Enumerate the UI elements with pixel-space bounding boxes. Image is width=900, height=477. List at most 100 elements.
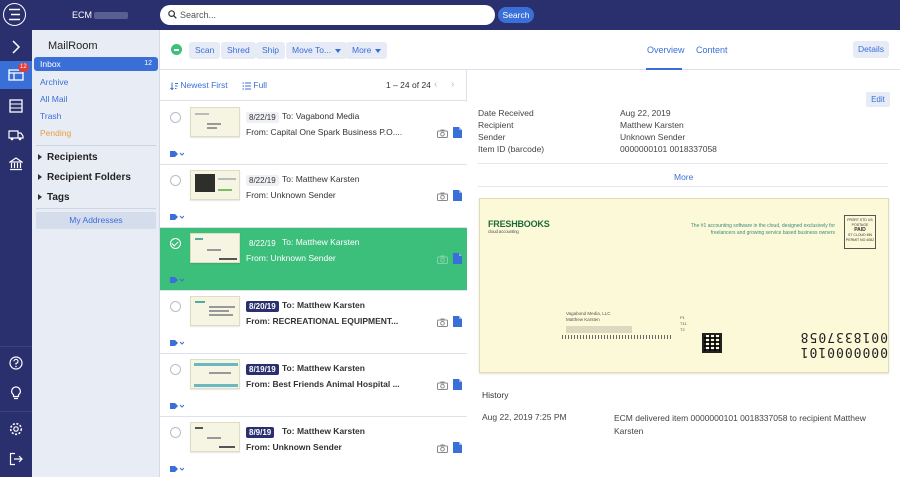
app-logo-icon[interactable] [3,3,26,26]
recipient-text: To: Matthew Karsten [282,363,365,373]
expand-chevron-icon[interactable] [0,33,32,61]
rail-divider [0,346,32,347]
tag-icon[interactable] [170,276,184,284]
document-icon[interactable] [453,190,462,201]
document-icon[interactable] [453,379,462,390]
search-button[interactable]: Search [498,7,534,23]
details-button[interactable]: Details [853,41,889,58]
select-radio[interactable] [170,112,181,123]
document-icon[interactable] [453,442,462,453]
mail-row-selected[interactable]: 8/22/19 To: Matthew Karsten From: Unknow… [160,228,467,291]
action-toolbar: Scan Shred Ship Move To... More Overview… [160,30,900,70]
code-line: T2 [680,327,685,332]
camera-icon[interactable] [437,192,448,201]
envelope-thumbnail[interactable] [190,296,240,326]
settings-gear-icon[interactable] [0,415,32,443]
select-radio-checked[interactable] [170,238,181,249]
thumb-line [207,249,221,251]
mail-count-badge: 12 [18,63,29,72]
tag-icon[interactable] [170,402,184,410]
section-label: Recipients [47,152,98,163]
camera-icon[interactable] [437,381,448,390]
thumb-line [195,301,205,303]
nav-section-recipient-folders[interactable]: Recipient Folders [38,172,131,183]
tag-icon[interactable] [170,339,184,347]
help-icon[interactable] [0,349,32,377]
move-to-button[interactable]: Move To... [286,42,348,59]
mail-row[interactable]: 8/22/19 To: Vagabond Media From: Capital… [160,102,467,165]
next-page-button[interactable]: › [451,79,454,90]
my-addresses-button[interactable]: My Addresses [36,212,156,229]
bank-icon[interactable] [0,150,32,178]
nav-section-recipients[interactable]: Recipients [38,152,98,163]
sort-label: Newest First [180,80,228,90]
envelope-thumbnail[interactable] [190,170,240,200]
camera-icon[interactable] [437,444,448,453]
document-icon[interactable] [453,253,462,264]
button-label: More [352,45,372,55]
envelope-thumbnail[interactable] [190,107,240,137]
nav-item-inbox[interactable]: Inbox 12 [34,57,158,71]
mailroom-icon[interactable]: 12 [0,61,32,89]
more-button[interactable]: More [346,42,388,59]
camera-icon[interactable] [437,318,448,327]
scan-button[interactable]: Scan [189,42,221,59]
section-label: Recipient Folders [47,172,131,183]
shipping-truck-icon[interactable] [0,121,32,149]
scanner-icon[interactable] [0,92,32,120]
select-radio[interactable] [170,427,181,438]
shred-button[interactable]: Shred [221,42,256,59]
edit-button[interactable]: Edit [866,92,890,107]
received-date: 8/19/19 [246,364,279,375]
mail-row-unread[interactable]: 8/19/19 To: Matthew Karsten From: Best F… [160,354,467,417]
select-radio[interactable] [170,301,181,312]
tab-overview[interactable]: Overview [647,45,685,55]
envelope-thumbnail[interactable] [190,359,240,389]
mail-row[interactable]: 8/22/19 To: Matthew Karsten From: Unknow… [160,165,467,228]
field-label-date-received: Date Received [478,108,534,118]
icon-rail: 12 [0,30,32,477]
thumb-line [209,314,233,316]
camera-icon[interactable] [437,255,448,264]
received-date: 8/9/19 [246,427,275,438]
search-box[interactable] [160,5,495,25]
nav-item-trash[interactable]: Trash [34,109,158,123]
mailroom-nav: MailRoom Inbox 12 Archive All Mail Trash … [32,30,160,477]
nav-item-pending[interactable]: Pending [34,126,158,140]
nav-item-all-mail[interactable]: All Mail [34,92,158,106]
list-header: Newest First Full 1 – 24 of 24 ‹ › [160,70,467,101]
sort-newest-first-button[interactable]: Newest First [170,80,228,90]
lightbulb-icon[interactable] [0,379,32,407]
nav-section-tags[interactable]: Tags [38,192,70,203]
camera-icon[interactable] [437,129,448,138]
mail-row-unread[interactable]: 8/20/19 To: Matthew Karsten From: RECREA… [160,291,467,354]
select-radio[interactable] [170,175,181,186]
tag-icon[interactable] [170,465,184,473]
envelope-thumbnail[interactable] [190,422,240,452]
tag-icon[interactable] [170,150,184,158]
logout-icon[interactable] [0,445,32,473]
tab-content[interactable]: Content [696,45,728,55]
recipient-text: To: Matthew Karsten [282,300,365,310]
expand-triangle-icon [38,174,42,181]
nav-item-archive[interactable]: Archive [34,75,158,89]
view-full-button[interactable]: Full [242,80,267,90]
select-radio[interactable] [170,364,181,375]
sender-text: From: Unknown Sender [246,253,336,263]
mail-list: Newest First Full 1 – 24 of 24 ‹ › 8/22/… [160,70,467,477]
search-input[interactable] [180,8,480,22]
history-date: Aug 22, 2019 7:25 PM [482,412,567,422]
envelope-thumbnail[interactable] [190,233,240,263]
field-label-recipient: Recipient [478,120,514,130]
previous-page-button[interactable]: ‹ [434,79,437,90]
mail-row-unread[interactable]: 8/9/19 To: Matthew Karsten From: Unknown… [160,417,467,477]
tag-icon[interactable] [170,213,184,221]
envelope-tagline: The #1 accounting software in the cloud,… [690,223,835,236]
expand-triangle-icon [38,194,42,201]
ship-button[interactable]: Ship [256,42,286,59]
deselect-all-icon[interactable] [171,44,182,55]
envelope-scan-image[interactable]: FRESHBOOKS cloud accounting The #1 accoun… [479,198,889,373]
document-icon[interactable] [453,316,462,327]
more-details-link[interactable]: More [674,172,693,182]
document-icon[interactable] [453,127,462,138]
